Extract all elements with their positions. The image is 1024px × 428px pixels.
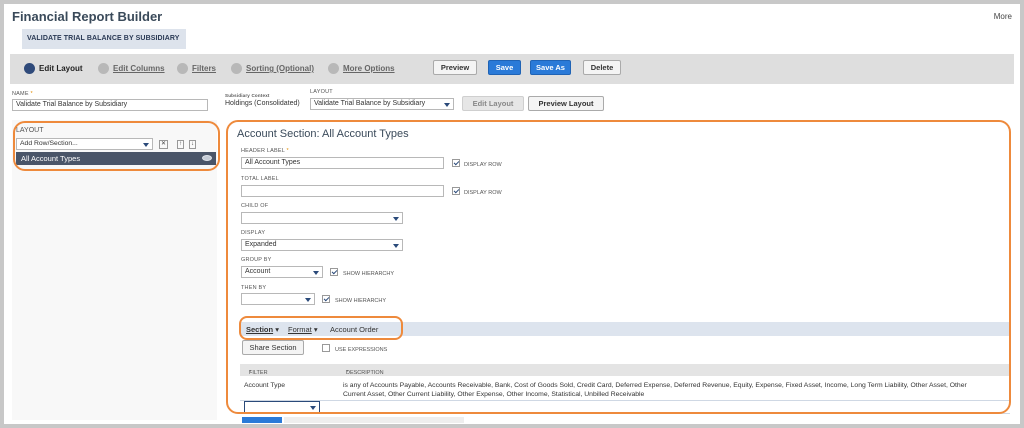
subsidiary-context-value: Holdings (Consolidated) [225, 100, 300, 107]
save-button[interactable]: Save [488, 60, 521, 75]
step-label: More Options [343, 64, 395, 73]
preview-button[interactable]: Preview [433, 60, 477, 75]
page-title: Financial Report Builder [12, 9, 163, 24]
step-label: Edit Layout [39, 64, 83, 73]
delete-button[interactable]: Delete [583, 60, 621, 75]
step-label: Edit Columns [113, 64, 165, 73]
edit-layout-button[interactable]: Edit Layout [462, 96, 524, 111]
step-more-options[interactable]: More Options [328, 63, 395, 74]
wizard-bar: Edit Layout Edit Columns Filters Sorting… [10, 54, 1014, 84]
page: Financial Report Builder More VALIDATE T… [4, 4, 1020, 424]
layout-select-value: Validate Trial Balance by Subsidiary [314, 100, 426, 107]
step-edit-columns[interactable]: Edit Columns [98, 63, 165, 74]
step-filters[interactable]: Filters [177, 63, 216, 74]
step-dot-icon [231, 63, 242, 74]
more-link[interactable]: More [994, 12, 1012, 21]
required-marker: * [30, 91, 33, 97]
step-dot-icon [24, 63, 35, 74]
save-as-button[interactable]: Save As [530, 60, 571, 75]
step-label: Sorting (Optional) [246, 64, 314, 73]
chevron-down-icon [444, 103, 450, 107]
name-input[interactable]: Validate Trial Balance by Subsidiary [12, 99, 208, 111]
record-title: VALIDATE TRIAL BALANCE BY SUBSIDIARY [22, 29, 186, 49]
subsidiary-context-label: Subsidiary Context [225, 93, 270, 98]
step-edit-layout[interactable]: Edit Layout [24, 63, 83, 74]
section-editor-highlight [226, 120, 1011, 414]
row-actions-strip [284, 417, 464, 423]
name-label: NAME * [12, 91, 33, 97]
step-label: Filters [192, 64, 217, 73]
step-sorting[interactable]: Sorting (Optional) [231, 63, 314, 74]
step-dot-icon [177, 63, 188, 74]
preview-layout-button[interactable]: Preview Layout [528, 96, 604, 111]
add-button-strip[interactable] [242, 417, 282, 423]
layout-panel-highlight [13, 121, 220, 171]
step-dot-icon [98, 63, 109, 74]
layout-label: LAYOUT [310, 89, 333, 95]
layout-select[interactable]: Validate Trial Balance by Subsidiary [310, 98, 454, 110]
step-dot-icon [328, 63, 339, 74]
